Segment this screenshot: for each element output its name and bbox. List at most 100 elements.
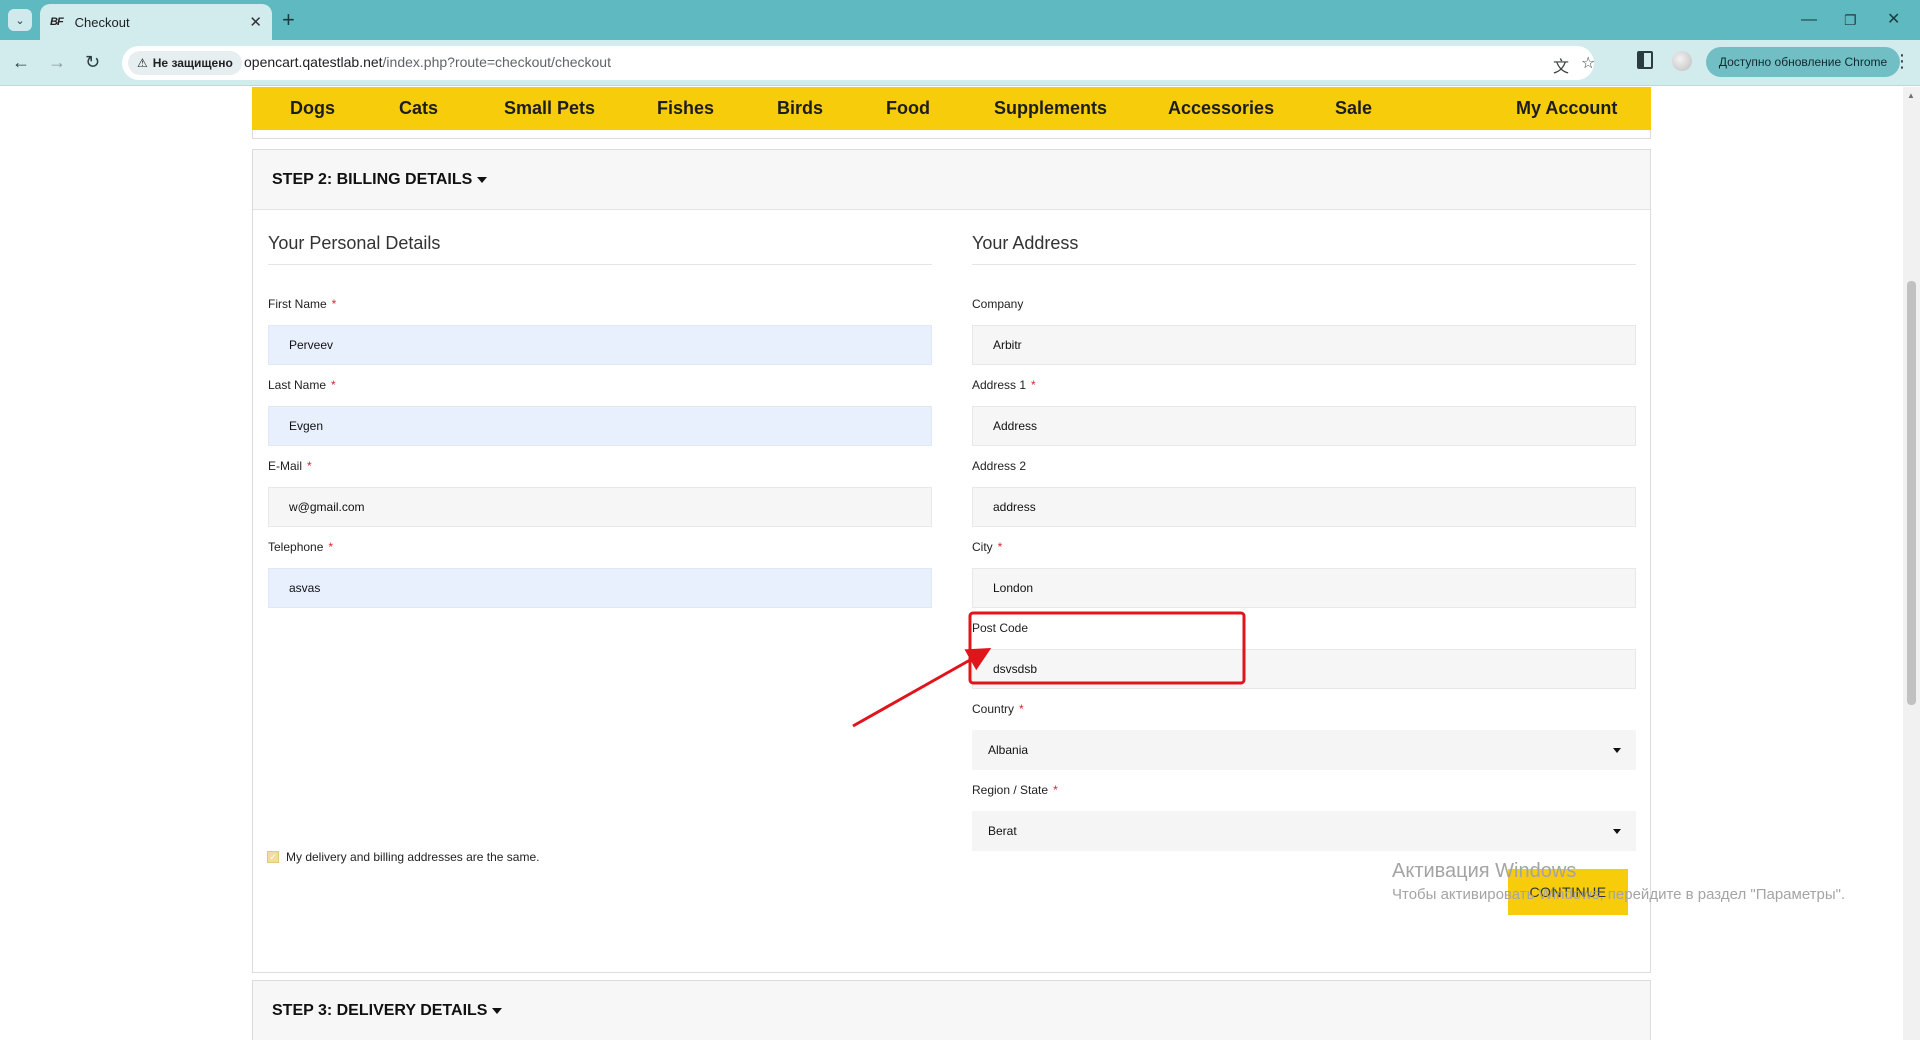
company-group: Company Arbitr bbox=[972, 297, 1636, 365]
caret-down-icon bbox=[492, 1007, 503, 1014]
menu-item-fishes[interactable]: Fishes bbox=[657, 98, 714, 119]
email-group: E-Mail * w@gmail.com bbox=[268, 459, 932, 527]
address2-input[interactable]: address bbox=[972, 487, 1636, 527]
region-label: Region / State bbox=[972, 783, 1049, 797]
menu-item-cats[interactable]: Cats bbox=[399, 98, 438, 119]
forward-arrow-icon[interactable]: → bbox=[48, 50, 66, 74]
warning-triangle-icon: ⚠ bbox=[137, 56, 148, 70]
required-asterisk: * bbox=[331, 297, 337, 311]
step1-panel-edge bbox=[252, 130, 1651, 139]
menu-item-accessories[interactable]: Accessories bbox=[1168, 98, 1274, 119]
address2-group: Address 2 address bbox=[972, 459, 1636, 527]
region-select[interactable]: Berat bbox=[972, 811, 1636, 851]
menu-item-birds[interactable]: Birds bbox=[777, 98, 823, 119]
chrome-update-button[interactable]: Доступно обновление Chrome bbox=[1706, 47, 1900, 77]
reload-icon[interactable]: ↻ bbox=[85, 50, 100, 74]
address-legend: Your Address bbox=[972, 233, 1636, 265]
url-host: opencart.qatestlab.net bbox=[244, 54, 383, 70]
minimize-icon[interactable]: — bbox=[1801, 8, 1817, 32]
step2-billing-panel: STEP 2: BILLING DETAILS Your Personal De… bbox=[252, 149, 1651, 973]
country-label: Country bbox=[972, 702, 1015, 716]
email-input[interactable]: w@gmail.com bbox=[268, 487, 932, 527]
windows-activation-subtitle: Чтобы активировать Windows, перейдите в … bbox=[1392, 886, 1846, 903]
telephone-group: Telephone * asvas bbox=[268, 540, 932, 608]
first-name-input[interactable]: Perveev bbox=[268, 325, 932, 365]
telephone-input[interactable]: asvas bbox=[268, 568, 932, 608]
new-tab-plus-icon[interactable]: + bbox=[282, 7, 295, 33]
required-asterisk: * bbox=[1031, 378, 1036, 392]
first-name-label: First Name bbox=[268, 297, 327, 311]
step3-delivery-panel: STEP 3: DELIVERY DETAILS bbox=[252, 980, 1651, 1040]
close-window-icon[interactable]: ✕ bbox=[1887, 8, 1900, 32]
address1-input[interactable]: Address bbox=[972, 406, 1636, 446]
select-caret-icon bbox=[1613, 828, 1621, 834]
caret-down-icon bbox=[477, 176, 488, 183]
scroll-up-icon[interactable]: ▲ bbox=[1907, 91, 1915, 100]
menu-item-supplements[interactable]: Supplements bbox=[994, 98, 1107, 119]
menu-item-small-pets[interactable]: Small Pets bbox=[504, 98, 595, 119]
tab-search-chevron-icon[interactable]: ⌄ bbox=[8, 9, 32, 31]
company-input[interactable]: Arbitr bbox=[972, 325, 1636, 365]
company-label: Company bbox=[972, 297, 1024, 311]
bookmark-star-icon[interactable]: ☆ bbox=[1581, 53, 1595, 73]
step3-title: STEP 3: DELIVERY DETAILS bbox=[272, 1001, 488, 1019]
region-value: Berat bbox=[988, 824, 1017, 838]
more-options-icon[interactable]: ⋮ bbox=[1893, 50, 1911, 72]
profile-avatar-icon[interactable] bbox=[1672, 51, 1692, 71]
menu-item-dogs[interactable]: Dogs bbox=[290, 98, 335, 119]
postcode-input[interactable]: dsvsdsb bbox=[972, 649, 1636, 689]
address2-label: Address 2 bbox=[972, 459, 1027, 473]
menu-item-my-account[interactable]: My Account bbox=[1516, 98, 1617, 119]
region-group: Region / State * Berat bbox=[972, 783, 1636, 851]
select-caret-icon bbox=[1613, 747, 1621, 753]
required-asterisk: * bbox=[331, 378, 336, 392]
country-select[interactable]: Albania bbox=[972, 730, 1636, 770]
same-address-row: ✓ My delivery and billing addresses are … bbox=[267, 850, 539, 864]
step3-header[interactable]: STEP 3: DELIVERY DETAILS bbox=[253, 981, 1650, 1040]
same-address-checkbox[interactable]: ✓ bbox=[267, 851, 279, 863]
address-bar[interactable]: ⚠ Не защищено opencart.qatestlab.net/ind… bbox=[122, 46, 1595, 80]
menu-item-sale[interactable]: Sale bbox=[1335, 98, 1372, 119]
tab-favicon-icon: BF bbox=[50, 16, 64, 28]
category-menu-bar: Dogs Cats Small Pets Fishes Birds Food S… bbox=[252, 87, 1651, 130]
tab-close-icon[interactable]: ✕ bbox=[249, 13, 262, 31]
required-asterisk: * bbox=[328, 540, 334, 554]
email-label: E-Mail bbox=[268, 459, 303, 473]
browser-tab-checkout[interactable]: BF Checkout ✕ bbox=[40, 4, 272, 40]
address-column: Your Address Company Arbitr Address 1 * A… bbox=[972, 233, 1636, 851]
city-label: City bbox=[972, 540, 993, 554]
last-name-input[interactable]: Evgen bbox=[268, 406, 932, 446]
telephone-label: Telephone bbox=[268, 540, 324, 554]
last-name-label: Last Name bbox=[268, 378, 327, 392]
required-asterisk: * bbox=[997, 540, 1003, 554]
restore-icon[interactable]: ❐ bbox=[1844, 8, 1857, 32]
postcode-label: Post Code bbox=[972, 621, 1029, 635]
required-asterisk: * bbox=[1053, 783, 1058, 797]
tab-title: Checkout bbox=[74, 14, 130, 30]
url-path: /index.php?route=checkout/checkout bbox=[382, 54, 611, 70]
browser-tab-bar: ⌄ BF Checkout ✕ + — ❐ ✕ bbox=[0, 0, 1920, 40]
scrollbar-thumb[interactable] bbox=[1907, 281, 1916, 705]
menu-item-food[interactable]: Food bbox=[886, 98, 930, 119]
required-asterisk: * bbox=[1019, 702, 1024, 716]
city-input[interactable]: London bbox=[972, 568, 1636, 608]
windows-activation-title: Активация Windows bbox=[1392, 860, 1577, 882]
page-scrollbar[interactable]: ▲ bbox=[1903, 87, 1920, 1040]
personal-details-column: Your Personal Details First Name * Pervee… bbox=[268, 233, 932, 608]
country-group: Country * Albania bbox=[972, 702, 1636, 770]
security-label: Не защищено bbox=[152, 56, 233, 70]
last-name-group: Last Name * Evgen bbox=[268, 378, 932, 446]
url-text[interactable]: opencart.qatestlab.net/index.php?route=c… bbox=[244, 54, 611, 70]
step2-header[interactable]: STEP 2: BILLING DETAILS bbox=[253, 150, 1650, 210]
side-panel-icon[interactable] bbox=[1637, 51, 1653, 69]
address1-group: Address 1 * Address bbox=[972, 378, 1636, 446]
back-arrow-icon[interactable]: ← bbox=[12, 50, 30, 74]
address1-label: Address 1 bbox=[972, 378, 1027, 392]
security-chip[interactable]: ⚠ Не защищено bbox=[128, 51, 242, 75]
country-value: Albania bbox=[988, 743, 1029, 757]
translate-icon[interactable]: 文 bbox=[1553, 53, 1569, 77]
first-name-group: First Name * Perveev bbox=[268, 297, 932, 365]
browser-toolbar: ← → ↻ ⚠ Не защищено opencart.qatestlab.n… bbox=[0, 40, 1920, 86]
required-asterisk: * bbox=[307, 459, 312, 473]
city-group: City * London bbox=[972, 540, 1636, 608]
